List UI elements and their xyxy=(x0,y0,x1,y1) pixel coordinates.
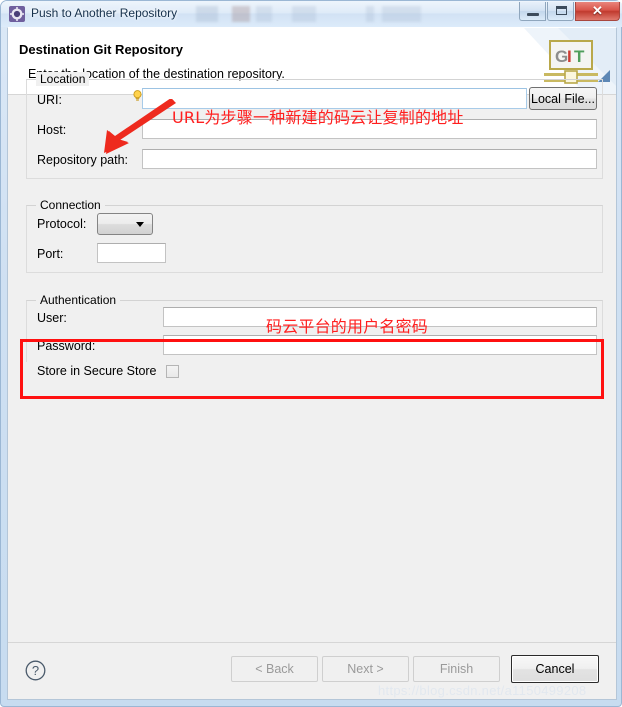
watermark: https://blog.csdn.net/a1150499208 xyxy=(378,683,587,698)
password-input[interactable] xyxy=(163,335,597,355)
password-label: Password: xyxy=(37,339,96,353)
repository-path-input[interactable] xyxy=(142,149,597,169)
port-input[interactable] xyxy=(97,243,166,263)
annotation-auth-note: 码云平台的用户名密码 xyxy=(266,317,429,336)
title-bar[interactable]: Push to Another Repository ✕ xyxy=(1,1,622,27)
host-label: Host: xyxy=(37,123,67,137)
protocol-select[interactable] xyxy=(97,213,153,235)
next-button[interactable]: Next > xyxy=(322,656,409,682)
window-controls: ✕ xyxy=(519,2,620,21)
screenshot-root: Push to Another Repository ✕ Destination… xyxy=(0,0,622,707)
local-file-button[interactable]: Local File... xyxy=(529,87,597,110)
close-button[interactable]: ✕ xyxy=(575,2,620,21)
lightbulb-content-assist-icon xyxy=(133,90,142,102)
port-label: Port: xyxy=(37,247,64,261)
eclipse-gear-icon xyxy=(9,6,25,22)
back-button[interactable]: < Back xyxy=(231,656,318,682)
store-in-secure-store-label: Store in Secure Store xyxy=(37,364,157,378)
maximize-button[interactable] xyxy=(547,2,574,21)
background-window-bleed xyxy=(196,6,496,22)
close-icon: ✕ xyxy=(592,2,603,18)
store-in-secure-store-checkbox[interactable] xyxy=(166,365,179,378)
dialog-window: Push to Another Repository ✕ Destination… xyxy=(0,0,622,707)
minimize-button[interactable] xyxy=(519,2,546,21)
svg-text:T: T xyxy=(574,47,585,66)
protocol-label: Protocol: xyxy=(37,217,87,231)
uri-label: URI: xyxy=(37,93,62,107)
minimize-icon xyxy=(527,13,539,16)
svg-text:?: ? xyxy=(32,663,39,678)
chevron-down-icon xyxy=(136,222,144,227)
help-icon[interactable]: ? xyxy=(25,660,46,681)
finish-button[interactable]: Finish xyxy=(413,656,500,682)
location-group-label: Location xyxy=(36,72,90,86)
cancel-button[interactable]: Cancel xyxy=(511,655,599,683)
annotation-url-note: URL为步骤一种新建的码云让复制的地址 xyxy=(172,108,464,127)
repository-path-label: Repository path: xyxy=(37,153,129,167)
user-label: User: xyxy=(37,311,67,325)
maximize-icon xyxy=(556,6,567,15)
window-title: Push to Another Repository xyxy=(31,6,178,20)
page-title: Destination Git Repository xyxy=(19,42,183,57)
connection-group-label: Connection xyxy=(36,198,105,212)
svg-text:I: I xyxy=(567,47,572,66)
authentication-group-label: Authentication xyxy=(36,293,121,307)
